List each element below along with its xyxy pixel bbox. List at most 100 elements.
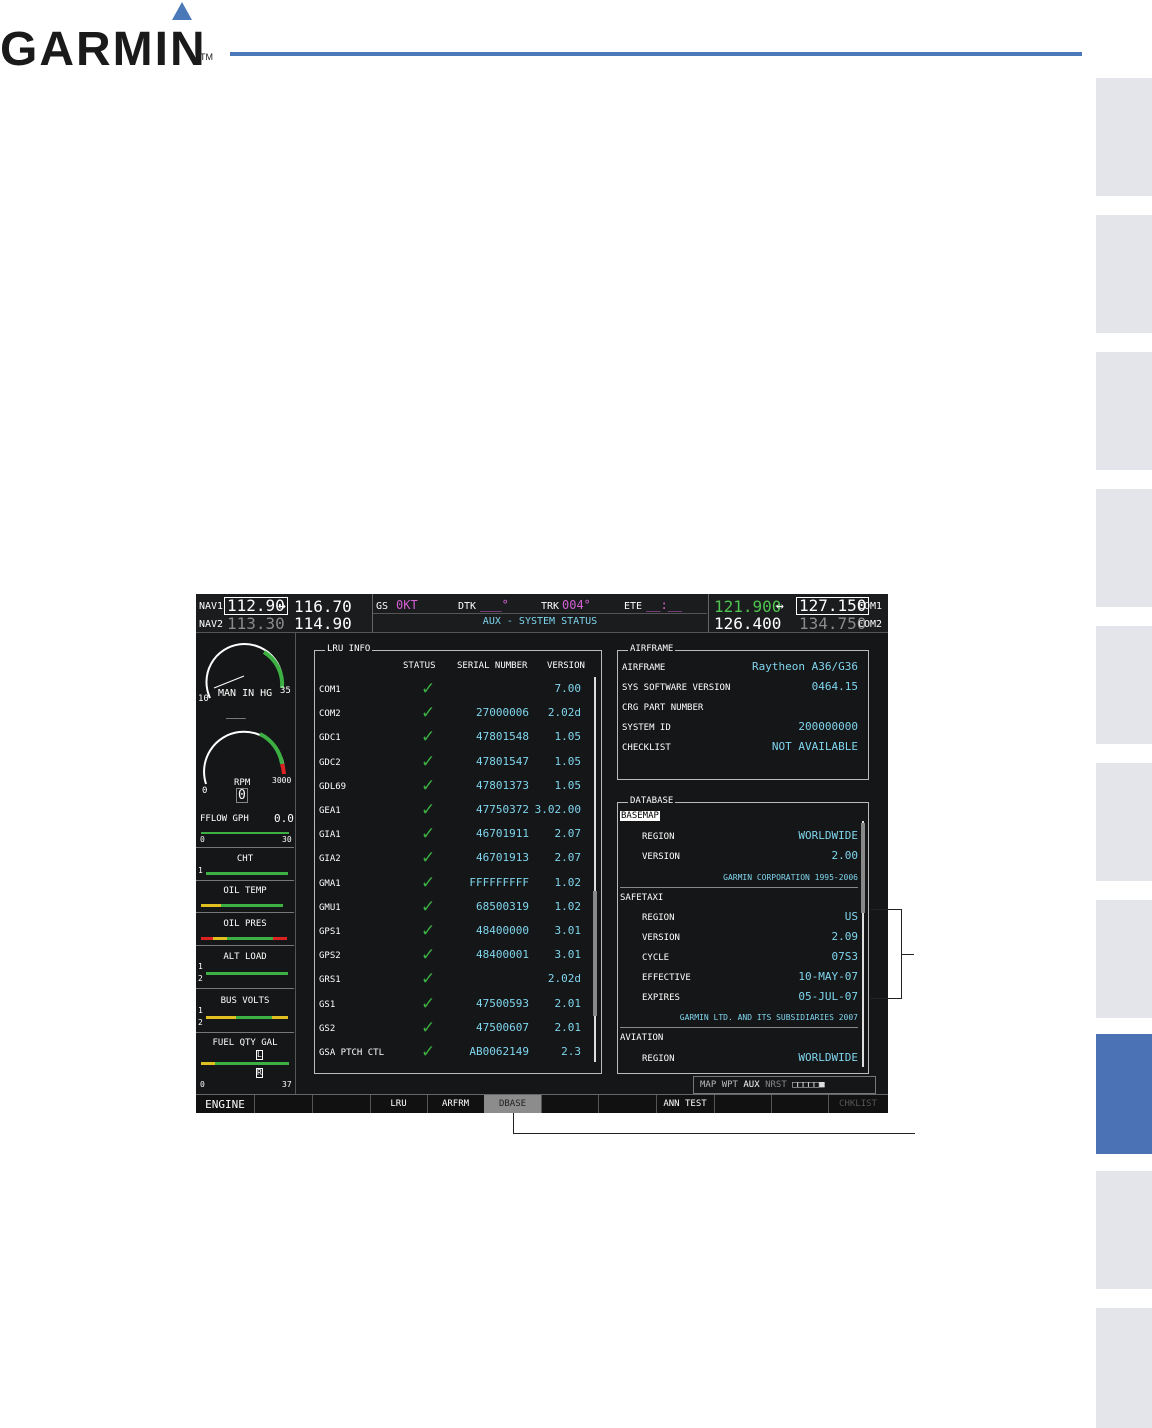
lru-col-version: VERSION bbox=[547, 661, 585, 671]
aviation-region-value: WORLDWIDE bbox=[798, 1051, 858, 1064]
softkey-11[interactable] bbox=[771, 1095, 829, 1113]
side-tab-3[interactable] bbox=[1096, 352, 1152, 470]
side-tab-7[interactable] bbox=[1096, 900, 1152, 1018]
airframe-row-label: SYSTEM ID bbox=[622, 723, 671, 733]
lru-row: GMU1 ✓ 68500319 1.02 bbox=[315, 897, 591, 919]
lru-row: GS2 ✓ 47500607 2.01 bbox=[315, 1018, 591, 1040]
ete-value: __:__ bbox=[646, 598, 683, 612]
safetaxi-expires-label: EXPIRES bbox=[642, 993, 680, 1003]
side-tab-10[interactable] bbox=[1096, 1308, 1152, 1428]
header-rule bbox=[230, 52, 1082, 56]
softkey-7[interactable] bbox=[541, 1095, 599, 1113]
side-tab-9[interactable] bbox=[1096, 1171, 1152, 1289]
alt-load-label: ALT LOAD bbox=[223, 952, 267, 962]
trk-label: TRK bbox=[541, 601, 560, 612]
lru-name: GDL69 bbox=[319, 781, 347, 792]
lru-serial: 47801548 bbox=[476, 730, 529, 744]
nav2-standby-freq[interactable]: 114.90 bbox=[294, 614, 352, 633]
page-group-indicator: MAP WPT AUX NRST □□□□□■ bbox=[693, 1076, 876, 1094]
fuel-bar-green bbox=[215, 1062, 289, 1065]
softkey-bar: ENGINE LRU ARFRM DBASE ANN TEST CHKLIST bbox=[196, 1094, 888, 1113]
safetaxi-region-value: US bbox=[844, 910, 858, 923]
airframe-row-label: AIRFRAME bbox=[622, 663, 666, 673]
side-tab-1[interactable] bbox=[1096, 78, 1152, 196]
side-tab-4[interactable] bbox=[1096, 489, 1152, 607]
softkey-engine[interactable]: ENGINE bbox=[196, 1095, 255, 1113]
database-title: DATABASE bbox=[628, 796, 676, 806]
status-check-icon: ✓ bbox=[421, 727, 436, 748]
softkey-chklist[interactable]: CHKLIST bbox=[828, 1095, 888, 1113]
lru-name: GEA1 bbox=[319, 806, 341, 816]
lru-row: GMA1 ✓ FFFFFFFFF 1.02 bbox=[315, 873, 591, 895]
divider bbox=[196, 1032, 294, 1033]
airframe-title: AIRFRAME bbox=[628, 644, 676, 654]
airframe-row-value: 200000000 bbox=[798, 720, 858, 733]
side-tab-5[interactable] bbox=[1096, 626, 1152, 744]
lru-serial: 46701911 bbox=[476, 827, 529, 841]
rpm-label: RPM bbox=[234, 778, 251, 788]
database-panel: DATABASE BASEMAP REGION WORLDWIDE VERSIO… bbox=[617, 796, 869, 1074]
engine-indication-strip: 10 35 MAN IN HG ___ 0 3000 RPM 0 FFLOW G… bbox=[196, 632, 294, 1092]
status-check-icon: ✓ bbox=[421, 969, 436, 990]
lru-version: 2.02d bbox=[547, 972, 581, 986]
basemap-copyright: GARMIN CORPORATION 1995-2006 bbox=[723, 873, 858, 882]
lru-version: 2.07 bbox=[554, 851, 582, 865]
side-tab-6[interactable] bbox=[1096, 763, 1152, 881]
status-check-icon: ✓ bbox=[421, 679, 436, 699]
cht-label: CHT bbox=[236, 854, 254, 864]
softkey-ann-test[interactable]: ANN TEST bbox=[656, 1095, 715, 1113]
softkey-10[interactable] bbox=[714, 1095, 772, 1113]
fflow-label: FFLOW GPH bbox=[200, 814, 249, 824]
fuel-min: 0 bbox=[200, 1080, 205, 1089]
man-value: ___ bbox=[226, 706, 246, 719]
side-tab-2[interactable] bbox=[1096, 215, 1152, 333]
safetaxi-cycle-label: CYCLE bbox=[642, 953, 670, 963]
callout-bracket-top bbox=[870, 909, 902, 910]
status-check-icon: ✓ bbox=[421, 945, 436, 966]
lru-row: GEA1 ✓ 47750372 3.02.00 bbox=[315, 800, 591, 822]
bus-volts-marker-1: 1 bbox=[198, 1006, 203, 1015]
lru-name: GIA2 bbox=[319, 854, 341, 865]
softkey-lru[interactable]: LRU bbox=[370, 1095, 428, 1113]
divider bbox=[196, 912, 294, 913]
status-check-icon: ✓ bbox=[421, 775, 436, 796]
lru-version: 3.02.00 bbox=[534, 803, 581, 816]
status-check-icon: ✓ bbox=[421, 824, 436, 845]
lru-name: GMA1 bbox=[319, 878, 341, 889]
airframe-row-value: Raytheon A36/G36 bbox=[752, 660, 858, 673]
page-boxes: □□□□□■ bbox=[792, 1080, 825, 1090]
divider bbox=[196, 880, 294, 881]
softkey-8[interactable] bbox=[598, 1095, 657, 1113]
softkey-3[interactable] bbox=[312, 1095, 371, 1113]
lru-row: GDC2 ✓ 47801547 1.05 bbox=[315, 752, 591, 774]
nav2-active-freq[interactable]: 113.30 bbox=[227, 614, 285, 633]
lru-serial: 47801373 bbox=[476, 778, 529, 792]
lru-name: COM1 bbox=[319, 685, 341, 695]
mfd-display: NAV1 112.90 ↔ 116.70 NAV2 113.30 114.90 … bbox=[196, 594, 888, 1113]
com2-active-freq[interactable]: 126.400 bbox=[714, 614, 781, 633]
lru-row: GDL69 ✓ 47801373 1.05 bbox=[315, 775, 591, 798]
softkey-dbase[interactable]: DBASE bbox=[484, 1095, 542, 1113]
com1-label: COM1 bbox=[858, 601, 883, 612]
page-title: AUX - SYSTEM STATUS bbox=[482, 616, 598, 627]
callout-dbase-horizontal bbox=[513, 1133, 915, 1134]
divider bbox=[708, 594, 709, 632]
lru-row: GRS1 ✓ 2.02d bbox=[315, 969, 591, 991]
lru-scroll-thumb[interactable] bbox=[593, 891, 597, 1016]
lru-row: COM1 ✓ 7.00 bbox=[315, 679, 591, 701]
lru-name: GS1 bbox=[319, 999, 336, 1010]
database-scroll-thumb[interactable] bbox=[861, 823, 865, 913]
com2-standby-freq[interactable]: 134.750 bbox=[799, 614, 866, 633]
com2-label: COM2 bbox=[858, 619, 883, 630]
com-swap-icon: ↔ bbox=[776, 599, 784, 614]
safetaxi-cycle-value: 07S3 bbox=[831, 950, 859, 963]
trk-value: 004° bbox=[562, 598, 591, 612]
oil-temp-label: OIL TEMP bbox=[223, 886, 267, 896]
lru-name: GPS1 bbox=[319, 927, 341, 937]
softkey-2[interactable] bbox=[254, 1095, 313, 1113]
rpm-max: 3000 bbox=[272, 776, 292, 785]
aviation-heading: AVIATION bbox=[620, 1033, 664, 1043]
softkey-arfrm[interactable]: ARFRM bbox=[427, 1095, 485, 1113]
side-tab-8-active[interactable] bbox=[1096, 1034, 1152, 1154]
nav-swap-icon: ↔ bbox=[278, 599, 286, 614]
